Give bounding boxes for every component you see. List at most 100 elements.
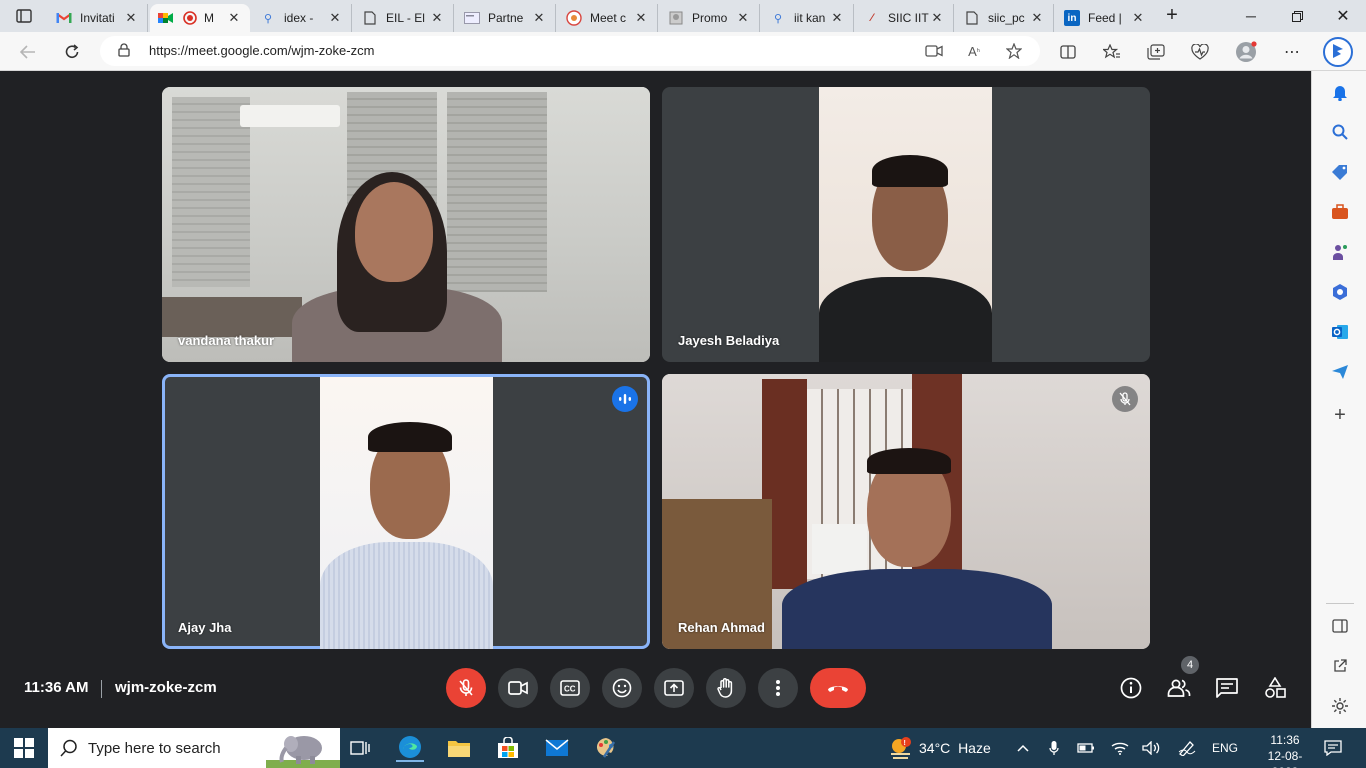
task-view-icon[interactable]	[346, 734, 374, 762]
leave-call-button[interactable]	[810, 668, 866, 708]
close-tab-icon[interactable]: ✕	[123, 10, 139, 26]
close-tab-icon[interactable]: ✕	[1130, 10, 1146, 26]
person-body	[320, 542, 493, 649]
participant-tile-rehan[interactable]: Rehan Ahmad	[662, 374, 1150, 649]
tab-actions-button[interactable]	[8, 4, 40, 28]
tab-siic-pc[interactable]: siic_pc ✕	[956, 4, 1054, 32]
meet-icon	[158, 10, 174, 26]
tab-partner[interactable]: Partne ✕	[456, 4, 556, 32]
hide-sidebar-icon[interactable]	[1329, 615, 1351, 637]
taskbar-search-box[interactable]: Type here to search	[48, 728, 340, 768]
meet-stage: vandana thakur Jayesh Beladiya Ajay Jha	[0, 71, 1311, 728]
drop-send-icon[interactable]	[1329, 361, 1351, 383]
favorites-icon[interactable]	[1098, 38, 1126, 66]
camera-in-use-icon[interactable]	[924, 42, 944, 60]
chat-icon	[1216, 678, 1238, 698]
add-sidebar-app-icon[interactable]: +	[1329, 404, 1351, 426]
read-aloud-icon[interactable]: Aʰ	[964, 42, 984, 60]
taskbar-clock[interactable]: 11:36 12-08-2023	[1258, 732, 1312, 768]
chat-button[interactable]	[1209, 671, 1245, 705]
window-blind	[447, 92, 547, 292]
tab-linkedin[interactable]: in Feed | ✕	[1056, 4, 1154, 32]
microphone-tray-icon[interactable]	[1044, 738, 1064, 758]
favorite-star-icon[interactable]	[1004, 42, 1024, 60]
refresh-button[interactable]	[58, 38, 86, 66]
back-button[interactable]	[14, 38, 42, 66]
taskbar-edge-icon[interactable]	[396, 734, 424, 762]
microphone-toggle-button[interactable]	[446, 668, 486, 708]
more-options-button[interactable]	[758, 668, 798, 708]
more-vert-icon	[776, 680, 780, 696]
close-tab-icon[interactable]: ✕	[226, 10, 242, 26]
games-icon[interactable]	[1329, 241, 1351, 263]
close-tab-icon[interactable]: ✕	[735, 10, 751, 26]
input-language-indicator[interactable]: ENG	[1212, 741, 1238, 755]
microsoft-store-icon[interactable]	[494, 734, 522, 762]
tab-promo[interactable]: Promo ✕	[660, 4, 760, 32]
bing-copilot-icon[interactable]	[1322, 36, 1354, 68]
sidebar-search-icon[interactable]	[1329, 121, 1351, 143]
close-tab-icon[interactable]: ✕	[327, 10, 343, 26]
tab-meet[interactable]: M ✕	[150, 4, 250, 32]
profile-avatar[interactable]	[1232, 38, 1260, 66]
lock-icon[interactable]	[118, 43, 130, 62]
close-tab-icon[interactable]: ✕	[429, 10, 445, 26]
outlook-icon[interactable]	[1329, 321, 1351, 343]
svg-text:!: !	[904, 740, 906, 747]
people-button[interactable]	[1161, 671, 1197, 705]
windows-start-icon[interactable]	[14, 738, 34, 763]
weather-temperature: 34°C Haze	[919, 740, 991, 756]
volume-icon[interactable]	[1141, 738, 1161, 758]
close-tab-icon[interactable]: ✕	[829, 10, 845, 26]
participant-name: vandana thakur	[178, 333, 275, 348]
search-placeholder: Type here to search	[88, 740, 221, 757]
address-bar[interactable]: https://meet.google.com/wjm-zoke-zcm Aʰ	[100, 36, 1040, 66]
tab-meet-c[interactable]: Meet c ✕	[558, 4, 658, 32]
captions-button[interactable]: CC	[550, 668, 590, 708]
tab-search-idex[interactable]: ⚲ idex - ✕	[252, 4, 352, 32]
raise-hand-button[interactable]	[706, 668, 746, 708]
split-screen-icon[interactable]	[1054, 38, 1082, 66]
tab-eil[interactable]: EIL - El ✕	[354, 4, 454, 32]
notification-center-icon[interactable]	[1323, 738, 1343, 758]
close-tab-icon[interactable]: ✕	[1029, 10, 1045, 26]
wifi-icon[interactable]	[1110, 738, 1130, 758]
sidebar-settings-gear-icon[interactable]	[1329, 695, 1351, 717]
tab-gmail[interactable]: Invitati ✕	[48, 4, 148, 32]
collections-icon[interactable]	[1142, 38, 1170, 66]
participant-tile-ajay[interactable]: Ajay Jha	[162, 374, 650, 649]
settings-more-button[interactable]: ⋯	[1278, 38, 1306, 66]
new-tab-button[interactable]: +	[1160, 4, 1184, 28]
weather-haze-icon[interactable]: !	[888, 736, 914, 765]
people-icon	[1167, 679, 1191, 697]
paint-icon[interactable]	[592, 734, 620, 762]
microsoft-365-icon[interactable]	[1329, 281, 1351, 303]
browser-essentials-icon[interactable]	[1186, 38, 1214, 66]
show-hidden-icons-chevron-up-icon[interactable]	[1013, 738, 1033, 758]
meeting-details-button[interactable]	[1113, 671, 1149, 705]
mail-icon[interactable]	[543, 734, 571, 762]
tab-search-iit[interactable]: ⚲ iit kan ✕	[762, 4, 854, 32]
participant-tile-jayesh[interactable]: Jayesh Beladiya	[662, 87, 1150, 362]
open-external-icon[interactable]	[1329, 655, 1351, 677]
tab-siic[interactable]: ⁄ SIIC IIT ✕	[856, 4, 954, 32]
notifications-bell-icon[interactable]	[1329, 81, 1351, 103]
camera-toggle-button[interactable]	[498, 668, 538, 708]
file-explorer-icon[interactable]	[445, 734, 473, 762]
close-tab-icon[interactable]: ✕	[633, 10, 649, 26]
person-hair	[368, 422, 452, 452]
reactions-button[interactable]	[602, 668, 642, 708]
page-icon: ⁄	[871, 12, 873, 24]
participant-tile-vandana[interactable]: vandana thakur	[162, 87, 650, 362]
minimize-button[interactable]: ─	[1228, 0, 1274, 32]
battery-icon[interactable]	[1076, 738, 1096, 758]
close-tab-icon[interactable]: ✕	[531, 10, 547, 26]
close-tab-icon[interactable]: ✕	[929, 10, 945, 26]
shopping-tag-icon[interactable]	[1329, 161, 1351, 183]
tools-briefcase-icon[interactable]	[1329, 201, 1351, 223]
close-window-button[interactable]: ✕	[1320, 0, 1366, 32]
present-screen-button[interactable]	[654, 668, 694, 708]
activities-button[interactable]	[1257, 671, 1293, 705]
pen-icon[interactable]	[1177, 738, 1197, 758]
restore-button[interactable]	[1274, 0, 1320, 32]
